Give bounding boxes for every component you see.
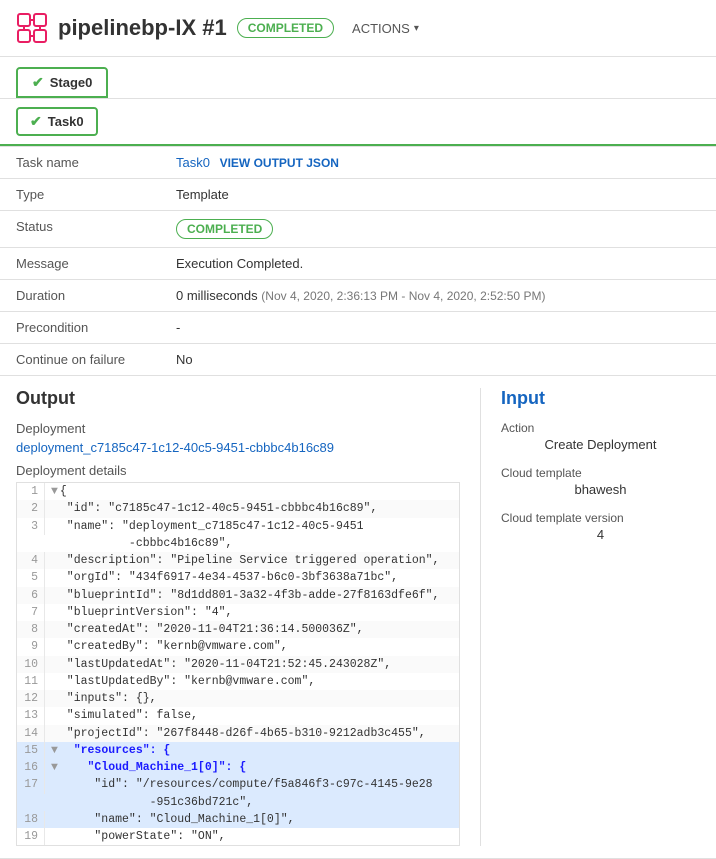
stage-area: ✔ Stage0 <box>0 57 716 99</box>
output-title: Output <box>16 388 460 409</box>
page-header: pipelinebp-IX #1 COMPLETED ACTIONS ▾ <box>0 0 716 57</box>
code-line: 18 "name": "Cloud_Machine_1[0]", <box>17 811 459 828</box>
code-line: 2 "id": "c7185c47-1c12-40c5-9451-cbbbc4b… <box>17 500 459 517</box>
duration-detail: (Nov 4, 2020, 2:36:13 PM - Nov 4, 2020, … <box>261 289 545 303</box>
code-line: 11 "lastUpdatedBy": "kernb@vmware.com", <box>17 673 459 690</box>
status-row: Status COMPLETED <box>0 211 716 248</box>
header-completed-badge: COMPLETED <box>237 18 334 38</box>
action-row: Action Create Deployment <box>501 421 700 452</box>
precondition-row: Precondition - <box>0 312 716 344</box>
continue-row: Continue on failure No <box>0 344 716 376</box>
deployment-details-label: Deployment details <box>16 463 460 478</box>
input-column: Input Action Create Deployment Cloud tem… <box>480 388 700 846</box>
type-key: Type <box>0 179 160 211</box>
stage-check-icon: ✔ <box>32 74 44 91</box>
pipeline-icon <box>16 12 48 44</box>
precondition-key: Precondition <box>0 312 160 344</box>
task0-label: Task0 <box>48 114 84 129</box>
action-label: Action <box>501 421 700 435</box>
task-area: ✔ Task0 <box>0 99 716 146</box>
cloud-template-version-label: Cloud template version <box>501 511 700 525</box>
status-badge: COMPLETED <box>176 219 273 239</box>
cloud-template-version-row: Cloud template version 4 <box>501 511 700 542</box>
code-line: 10 "lastUpdatedAt": "2020-11-04T21:52:45… <box>17 656 459 673</box>
code-line: 8 "createdAt": "2020-11-04T21:36:14.5000… <box>17 621 459 638</box>
output-column: Output Deployment deployment_c7185c47-1c… <box>16 388 480 846</box>
cloud-template-value: bhawesh <box>501 482 700 497</box>
type-value: Template <box>160 179 716 211</box>
continue-key: Continue on failure <box>0 344 160 376</box>
cloud-template-version-value: 4 <box>501 527 700 542</box>
message-key: Message <box>0 248 160 280</box>
code-line: 16▼ "Cloud_Machine_1[0]": { <box>17 759 459 776</box>
actions-button[interactable]: ACTIONS ▾ <box>352 21 419 36</box>
code-line: 4 "description": "Pipeline Service trigg… <box>17 552 459 569</box>
deployment-label: Deployment <box>16 421 460 436</box>
task-check-icon: ✔ <box>30 113 42 130</box>
view-output-link[interactable]: VIEW OUTPUT JSON <box>220 156 339 170</box>
input-title: Input <box>501 388 700 409</box>
code-line: 6 "blueprintId": "8d1dd801-3a32-4f3b-add… <box>17 587 459 604</box>
code-line: 13 "simulated": false, <box>17 707 459 724</box>
code-line: 17 "id": "/resources/compute/f5a846f3-c9… <box>17 776 459 811</box>
code-line: 5 "orgId": "434f6917-4e34-4537-b6c0-3bf3… <box>17 569 459 586</box>
task-name-cell: Task0 VIEW OUTPUT JSON <box>160 147 716 179</box>
status-key: Status <box>0 211 160 248</box>
actions-label: ACTIONS <box>352 21 410 36</box>
output-input-section: Output Deployment deployment_c7185c47-1c… <box>0 376 716 859</box>
code-line: 1▼{ <box>17 483 459 500</box>
duration-main: 0 milliseconds <box>176 288 258 303</box>
code-line: 15▼ "resources": { <box>17 742 459 759</box>
page-title: pipelinebp-IX #1 <box>58 15 227 41</box>
code-line: 3 "name": "deployment_c7185c47-1c12-40c5… <box>17 518 459 553</box>
info-table: Task name Task0 VIEW OUTPUT JSON Type Te… <box>0 146 716 376</box>
deployment-link[interactable]: deployment_c7185c47-1c12-40c5-9451-cbbbc… <box>16 440 460 455</box>
duration-key: Duration <box>0 280 160 312</box>
message-value: Execution Completed. <box>160 248 716 280</box>
precondition-value: - <box>160 312 716 344</box>
code-line: 19 "powerState": "ON", <box>17 828 459 845</box>
stage0-label: Stage0 <box>50 75 93 90</box>
task-name-row: Task name Task0 VIEW OUTPUT JSON <box>0 147 716 179</box>
duration-row: Duration 0 milliseconds (Nov 4, 2020, 2:… <box>0 280 716 312</box>
message-row: Message Execution Completed. <box>0 248 716 280</box>
continue-value: No <box>160 344 716 376</box>
code-block: 1▼{2 "id": "c7185c47-1c12-40c5-9451-cbbb… <box>16 482 460 846</box>
duration-cell: 0 milliseconds (Nov 4, 2020, 2:36:13 PM … <box>160 280 716 312</box>
code-line: 9 "createdBy": "kernb@vmware.com", <box>17 638 459 655</box>
type-row: Type Template <box>0 179 716 211</box>
stage0-tab[interactable]: ✔ Stage0 <box>16 67 108 98</box>
cloud-template-row: Cloud template bhawesh <box>501 466 700 497</box>
code-line: 7 "blueprintVersion": "4", <box>17 604 459 621</box>
code-line: 12 "inputs": {}, <box>17 690 459 707</box>
code-line: 14 "projectId": "267f8448-d26f-4b65-b310… <box>17 725 459 742</box>
cloud-template-label: Cloud template <box>501 466 700 480</box>
status-cell: COMPLETED <box>160 211 716 248</box>
action-value: Create Deployment <box>501 437 700 452</box>
chevron-down-icon: ▾ <box>414 23 419 34</box>
task-name-key: Task name <box>0 147 160 179</box>
task0-tab[interactable]: ✔ Task0 <box>16 107 98 136</box>
task-name-link[interactable]: Task0 <box>176 155 210 170</box>
